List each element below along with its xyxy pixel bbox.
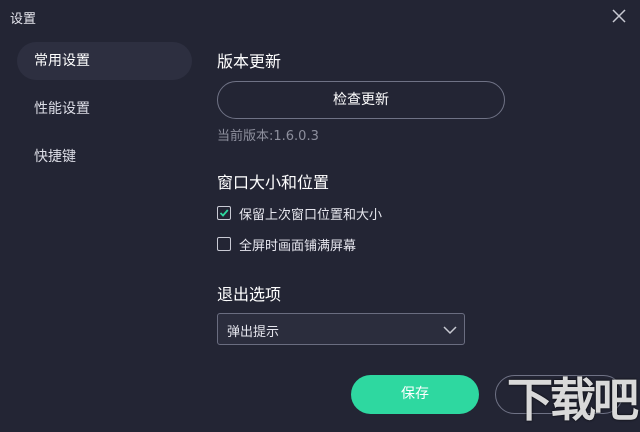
sidebar-item-label: 快捷键 [34,149,76,165]
sidebar-item-label: 性能设置 [34,101,90,117]
section-title-window-size: 窗口大小和位置 [217,173,330,192]
remember-window-checkbox-row[interactable]: 保留上次窗口位置和大小 [217,204,383,223]
remember-window-checkbox[interactable] [217,206,231,220]
fullscreen-fill-checkbox-row[interactable]: 全屏时画面铺满屏幕 [217,235,357,254]
window-title: 设置 [10,12,37,27]
settings-content: 版本更新 检查更新 当前版本:1.6.0.3 窗口大小和位置 保留上次窗口位置和… [217,0,640,432]
sidebar-item-general-settings[interactable]: 常用设置 [17,42,192,80]
checkbox-label: 全屏时画面铺满屏幕 [239,238,357,254]
sidebar-item-label: 常用设置 [34,53,90,69]
chevron-down-icon [442,322,458,336]
watermark-logo: 下载吧 [507,373,639,427]
section-title-exit: 退出选项 [217,285,282,304]
checkmark-icon [219,209,229,217]
section-title-update: 版本更新 [217,52,282,71]
sidebar-item-shortcuts[interactable]: 快捷键 [17,138,192,176]
check-update-button[interactable]: 检查更新 [217,81,505,119]
sidebar: 常用设置 性能设置 快捷键 [0,32,200,432]
current-version-text: 当前版本:1.6.0.3 [217,129,319,144]
exit-option-value: 弹出提示 [227,325,280,340]
fullscreen-fill-checkbox[interactable] [217,237,231,251]
exit-option-select[interactable]: 弹出提示 [217,313,465,345]
save-button[interactable]: 保存 [351,375,479,414]
checkbox-label: 保留上次窗口位置和大小 [239,207,383,223]
sidebar-item-performance-settings[interactable]: 性能设置 [17,90,192,128]
